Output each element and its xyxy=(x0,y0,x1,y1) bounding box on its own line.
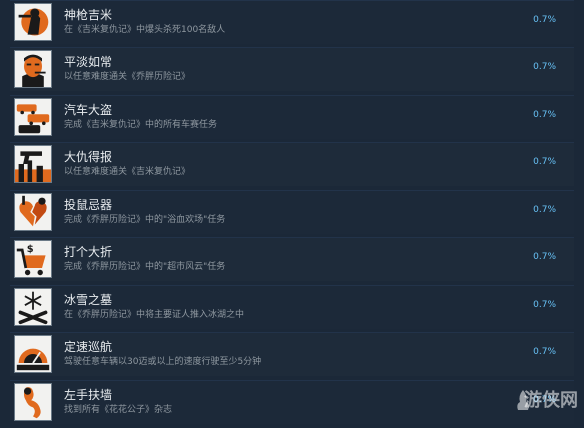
achievement-title: 定速巡航 xyxy=(64,340,113,354)
achievement-description: 以任意难度通关《乔胖历险记》 xyxy=(64,72,191,82)
achievement-row[interactable]: 神枪吉米 在《吉米复仇记》中爆头杀死100名敌人 0.7% xyxy=(10,0,574,44)
svg-text:$: $ xyxy=(27,244,34,255)
achievement-row[interactable]: 定速巡航 驾驶任意车辆以30迈或以上的速度行驶至少5分钟 0.7% xyxy=(10,332,574,376)
cars-icon xyxy=(14,98,52,136)
achievement-description: 找到所有《花花公子》杂志 xyxy=(64,405,173,415)
achievement-title: 打个大折 xyxy=(64,245,113,259)
unlock-percentage: 0.7% xyxy=(533,205,556,215)
achievement-description: 在《乔胖历险记》中将主要证人推入冰湖之中 xyxy=(64,310,245,320)
achievement-description: 完成《乔胖历险记》中的"浴血欢场"任务 xyxy=(64,215,226,225)
broken-heart-icon xyxy=(14,193,52,231)
achievement-row[interactable]: 左手扶墙 找到所有《花花公子》杂志 0.7% xyxy=(10,380,574,424)
achievement-title: 平淡如常 xyxy=(64,55,113,69)
achievement-row[interactable]: 平淡如常 以任意难度通关《乔胖历险记》 0.7% xyxy=(10,47,574,91)
speedometer-icon xyxy=(14,335,52,373)
achievement-title: 左手扶墙 xyxy=(64,388,113,402)
unlock-percentage: 0.7% xyxy=(533,15,556,25)
achievement-description: 完成《吉米复仇记》中的所有车赛任务 xyxy=(64,120,218,130)
achievement-row[interactable]: $ 打个大折 完成《乔胖历险记》中的"超市风云"任务 0.7% xyxy=(10,237,574,281)
achievement-title: 大仇得报 xyxy=(64,150,113,164)
achievement-row[interactable]: 大仇得报 以任意难度通关《吉米复仇记》 0.7% xyxy=(10,142,574,186)
achievement-description: 以任意难度通关《吉米复仇记》 xyxy=(64,167,191,177)
achievement-description: 在《吉米复仇记》中爆头杀死100名敌人 xyxy=(64,25,226,35)
achievement-title: 神枪吉米 xyxy=(64,8,113,22)
snow-crossbones-icon xyxy=(14,288,52,326)
achievement-row[interactable]: 汽车大盗 完成《吉米复仇记》中的所有车赛任务 0.7% xyxy=(10,95,574,139)
unlock-percentage: 0.7% xyxy=(533,347,556,357)
achievement-title: 投鼠忌器 xyxy=(64,198,113,212)
unlock-percentage: 0.7% xyxy=(533,110,556,120)
achievement-row[interactable]: 投鼠忌器 完成《乔胖历险记》中的"浴血欢场"任务 0.7% xyxy=(10,190,574,234)
achievement-description: 完成《乔胖历险记》中的"超市风云"任务 xyxy=(64,262,226,272)
achievement-list: 神枪吉米 在《吉米复仇记》中爆头杀死100名敌人 0.7% 平淡如常 以任意难度… xyxy=(0,0,584,428)
pinup-icon xyxy=(14,383,52,421)
watermark-text: 游侠网 xyxy=(524,390,578,411)
unlock-percentage: 0.7% xyxy=(533,157,556,167)
gunman-icon xyxy=(14,3,52,41)
unlock-percentage: 0.7% xyxy=(533,62,556,72)
unlock-percentage: 0.7% xyxy=(533,300,556,310)
achievement-title: 冰雪之墓 xyxy=(64,293,113,307)
unlock-percentage: 0.7% xyxy=(533,252,556,262)
shopping-cart-icon: $ xyxy=(14,240,52,278)
smoking-man-icon xyxy=(14,50,52,88)
achievement-description: 驾驶任意车辆以30迈或以上的速度行驶至少5分钟 xyxy=(64,357,262,367)
pistol-city-icon xyxy=(14,145,52,183)
achievement-row[interactable]: 冰雪之墓 在《乔胖历险记》中将主要证人推入冰湖之中 0.7% xyxy=(10,285,574,329)
achievement-title: 汽车大盗 xyxy=(64,103,113,117)
